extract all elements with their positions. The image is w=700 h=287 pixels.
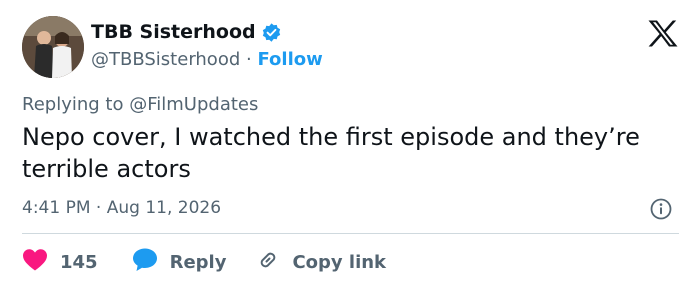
tweet-text: Nepo cover, I watched the first episode … [22, 123, 640, 183]
info-icon[interactable] [650, 198, 672, 224]
tweet-date[interactable]: Aug 11, 2026 [107, 198, 221, 218]
timestamp[interactable]: 4:41 PM · Aug 11, 2026 [22, 198, 221, 218]
tweet-time[interactable]: 4:41 PM [22, 198, 91, 218]
handle[interactable]: @TBBSisterhood [91, 49, 240, 70]
copy-link-label: Copy link [292, 251, 387, 273]
like-button[interactable]: 145 [22, 248, 98, 277]
verified-badge-icon [261, 22, 282, 43]
handle-separator: · [246, 49, 252, 70]
like-count: 145 [60, 251, 98, 273]
x-logo-icon[interactable] [648, 20, 678, 51]
timestamp-separator: · [95, 198, 102, 218]
replying-to: Replying to @FilmUpdates [22, 94, 258, 115]
display-name[interactable]: TBB Sisterhood [91, 21, 256, 43]
handle-line: @TBBSisterhood · Follow [91, 49, 323, 70]
user-display-name-row[interactable]: TBB Sisterhood [91, 21, 282, 43]
link-icon [256, 248, 280, 277]
avatar[interactable] [22, 16, 84, 78]
follow-button[interactable]: Follow [257, 49, 322, 70]
copy-link-button[interactable]: Copy link [256, 248, 386, 277]
heart-icon [22, 248, 48, 277]
replying-prefix: Replying to [22, 94, 124, 115]
divider [22, 233, 679, 234]
reply-bubble-icon [132, 247, 158, 277]
action-bar: 145 Reply Copy link [22, 247, 386, 277]
reply-button[interactable]: Reply [132, 247, 227, 277]
replying-mention-link[interactable]: @FilmUpdates [129, 94, 258, 115]
reply-label: Reply [169, 251, 227, 273]
